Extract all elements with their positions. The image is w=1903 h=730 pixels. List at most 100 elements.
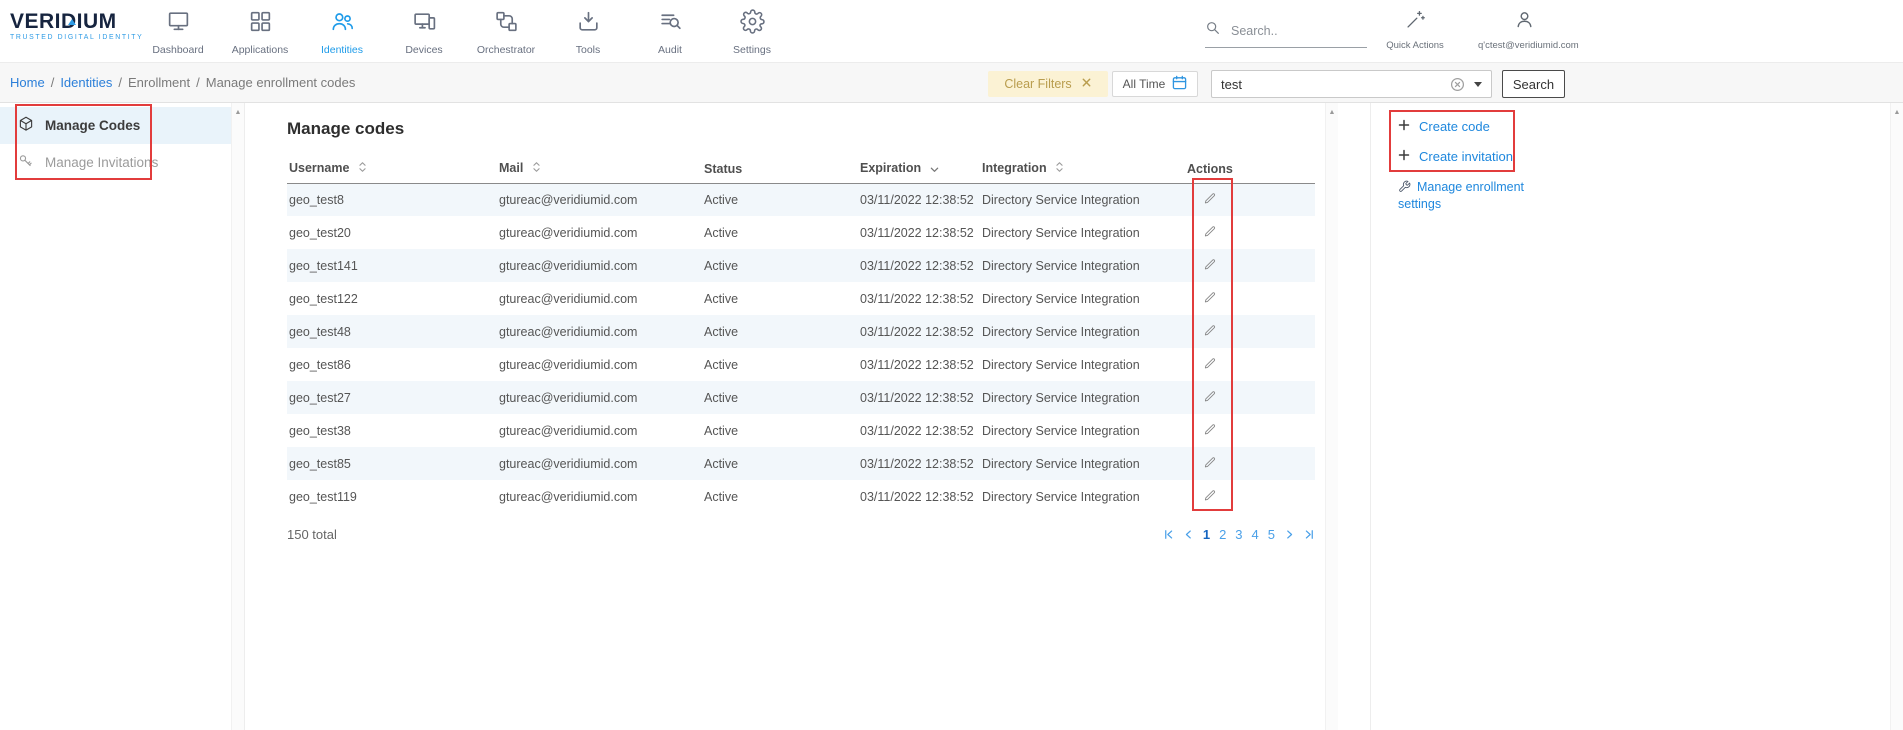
- total-count: 150 total: [287, 527, 337, 542]
- main-content: Manage codes Username Mail St: [245, 103, 1370, 730]
- edit-pencil-icon[interactable]: [1203, 422, 1217, 436]
- user-menu[interactable]: q'ctest@veridiumid.com: [1478, 9, 1570, 51]
- codes-table: Username Mail Status Expiration: [287, 155, 1315, 513]
- sidebar-item-manage-codes[interactable]: Manage Codes: [0, 107, 233, 144]
- cell-mail: gtureac@veridiumid.com: [497, 414, 702, 447]
- scroll-up-icon[interactable]: ▲: [1891, 103, 1903, 116]
- logo-tagline: TRUSTED DIGITAL IDENTITY: [10, 34, 150, 41]
- cell-username: geo_test86: [287, 348, 497, 381]
- nav-item-orchestrator[interactable]: Orchestrator: [465, 0, 547, 62]
- time-range-filter[interactable]: All Time: [1112, 71, 1198, 97]
- magic-wand-icon: [1405, 17, 1426, 34]
- page-number-3[interactable]: 3: [1235, 527, 1242, 542]
- nav-item-tools[interactable]: Tools: [547, 0, 629, 62]
- table-row: geo_test119 gtureac@veridiumid.com Activ…: [287, 480, 1315, 513]
- nav-label: Identities: [321, 44, 363, 56]
- edit-pencil-icon[interactable]: [1203, 488, 1217, 502]
- cell-expiration: 03/11/2022 12:38:52: [858, 216, 980, 249]
- nav-item-dashboard[interactable]: Dashboard: [137, 0, 219, 62]
- page-number-1[interactable]: 1: [1203, 527, 1210, 542]
- sidebar-scrollbar[interactable]: ▲: [231, 103, 244, 730]
- filter-search-field: [1211, 70, 1492, 98]
- page-number-5[interactable]: 5: [1268, 527, 1275, 542]
- nav-label: Dashboard: [152, 44, 203, 56]
- edit-pencil-icon[interactable]: [1203, 356, 1217, 370]
- sort-icon: [358, 161, 367, 176]
- filter-search-input[interactable]: [1221, 77, 1450, 92]
- cell-expiration: 03/11/2022 12:38:52: [858, 183, 980, 216]
- edit-pencil-icon[interactable]: [1203, 290, 1217, 304]
- user-email: q'ctest@veridiumid.com: [1478, 40, 1570, 51]
- cell-expiration: 03/11/2022 12:38:52: [858, 447, 980, 480]
- search-icon: [1205, 20, 1221, 41]
- applications-icon: [248, 9, 273, 39]
- cell-username: geo_test141: [287, 249, 497, 282]
- table-footer: 150 total 1 2 3 4 5: [287, 527, 1315, 542]
- chevron-down-icon[interactable]: [1474, 82, 1482, 87]
- clear-filters-button[interactable]: Clear Filters: [988, 71, 1108, 97]
- cell-expiration: 03/11/2022 12:38:52: [858, 480, 980, 513]
- nav-item-applications[interactable]: Applications: [219, 0, 301, 62]
- cell-mail: gtureac@veridiumid.com: [497, 282, 702, 315]
- column-header-expiration[interactable]: Expiration: [858, 155, 980, 183]
- quick-actions-button[interactable]: Quick Actions: [1384, 9, 1446, 51]
- cell-username: geo_test38: [287, 414, 497, 447]
- search-button[interactable]: Search: [1502, 70, 1565, 98]
- cell-mail: gtureac@veridiumid.com: [497, 315, 702, 348]
- cell-expiration: 03/11/2022 12:38:52: [858, 414, 980, 447]
- cell-mail: gtureac@veridiumid.com: [497, 348, 702, 381]
- quick-actions-label: Quick Actions: [1384, 40, 1446, 51]
- breadcrumb-identities[interactable]: Identities: [60, 75, 112, 90]
- first-page-icon[interactable]: [1163, 529, 1174, 540]
- page-title: Manage codes: [287, 119, 1370, 139]
- nav-item-audit[interactable]: Audit: [629, 0, 711, 62]
- sort-icon: [1055, 161, 1064, 176]
- create-code-link[interactable]: Create code: [1398, 119, 1538, 134]
- page-number-2[interactable]: 2: [1219, 527, 1226, 542]
- cell-status: Active: [702, 183, 858, 216]
- nav-label: Devices: [405, 44, 442, 56]
- clear-input-icon[interactable]: [1450, 77, 1465, 92]
- nav-label: Applications: [232, 44, 289, 56]
- nav-label: Audit: [658, 44, 682, 56]
- nav-item-devices[interactable]: Devices: [383, 0, 465, 62]
- edit-pencil-icon[interactable]: [1203, 191, 1217, 205]
- manage-enrollment-settings-link[interactable]: Manage enrollment settings: [1398, 179, 1530, 213]
- next-page-icon[interactable]: [1284, 529, 1295, 540]
- table-row: geo_test141 gtureac@veridiumid.com Activ…: [287, 249, 1315, 282]
- veridium-logo[interactable]: VERIDIUM TRUSTED DIGITAL IDENTITY: [10, 11, 150, 41]
- column-header-integration[interactable]: Integration: [980, 155, 1185, 183]
- create-invitation-link[interactable]: Create invitation: [1398, 149, 1538, 164]
- edit-pencil-icon[interactable]: [1203, 257, 1217, 271]
- main-scrollbar[interactable]: ▲: [1325, 103, 1338, 730]
- page-number-4[interactable]: 4: [1252, 527, 1259, 542]
- breadcrumb-home[interactable]: Home: [10, 75, 45, 90]
- nav-label: Tools: [576, 44, 601, 56]
- prev-page-icon[interactable]: [1183, 529, 1194, 540]
- column-label: Expiration: [860, 161, 921, 175]
- breadcrumb-bar: Home / Identities / Enrollment / Manage …: [0, 62, 1903, 103]
- scroll-up-icon[interactable]: ▲: [232, 103, 244, 116]
- edit-pencil-icon[interactable]: [1203, 323, 1217, 337]
- scroll-up-icon[interactable]: ▲: [1326, 103, 1338, 116]
- cell-mail: gtureac@veridiumid.com: [497, 480, 702, 513]
- edit-pencil-icon[interactable]: [1203, 389, 1217, 403]
- edit-pencil-icon[interactable]: [1203, 224, 1217, 238]
- last-page-icon[interactable]: [1304, 529, 1315, 540]
- cube-icon: [17, 115, 35, 136]
- sidebar-item-manage-invitations[interactable]: Manage Invitations: [0, 144, 233, 181]
- cell-status: Active: [702, 414, 858, 447]
- breadcrumb-current: Manage enrollment codes: [206, 75, 356, 90]
- cell-expiration: 03/11/2022 12:38:52: [858, 282, 980, 315]
- edit-pencil-icon[interactable]: [1203, 455, 1217, 469]
- left-sidebar: Manage Codes Manage Invitations ▲: [0, 103, 245, 730]
- nav-item-identities[interactable]: Identities: [301, 0, 383, 62]
- cell-integration: Directory Service Integration: [980, 183, 1185, 216]
- cell-expiration: 03/11/2022 12:38:52: [858, 381, 980, 414]
- cell-integration: Directory Service Integration: [980, 282, 1185, 315]
- column-header-username[interactable]: Username: [287, 155, 497, 183]
- nav-item-settings[interactable]: Settings: [711, 0, 793, 62]
- column-header-mail[interactable]: Mail: [497, 155, 702, 183]
- right-panel-scrollbar[interactable]: ▲: [1890, 103, 1903, 730]
- global-search-input[interactable]: [1231, 24, 1351, 38]
